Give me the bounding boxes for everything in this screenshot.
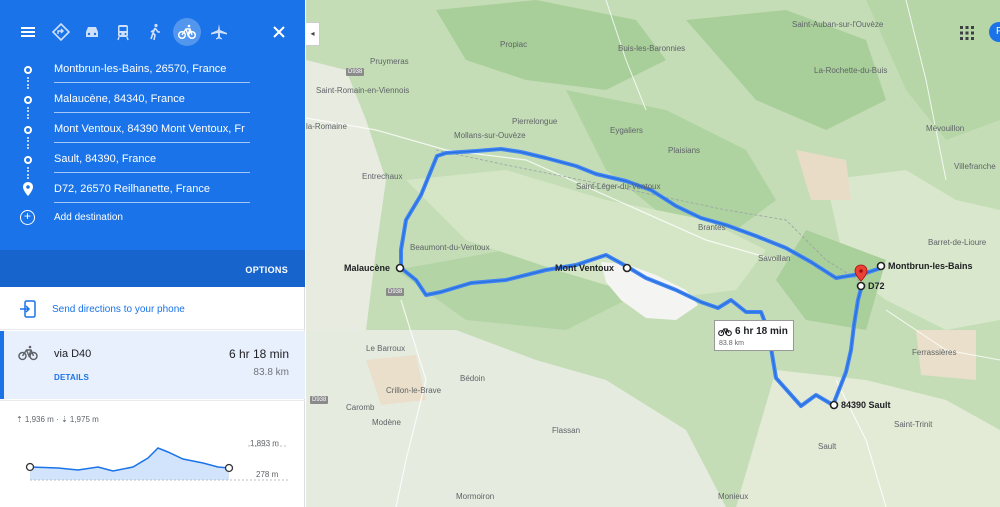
place-label: Saint-Auban-sur-l'Ouvèze xyxy=(792,20,884,29)
terrain-layer xyxy=(306,0,1000,507)
place-label: Le Barroux xyxy=(366,344,406,353)
details-button[interactable]: DETAILS xyxy=(54,373,89,382)
destination-pin-icon xyxy=(23,182,33,196)
send-to-phone-row[interactable]: Send directions to your phone xyxy=(0,290,305,330)
input-underline xyxy=(54,202,250,203)
collapse-panel-button[interactable]: ◂ xyxy=(306,22,320,46)
input-underline xyxy=(54,82,250,83)
stop-2-input[interactable]: Malaucène, 84340, France xyxy=(54,93,250,105)
road-shield: D938 xyxy=(386,288,405,296)
place-label: Propiac xyxy=(500,40,528,49)
origin-dot-icon xyxy=(24,66,32,74)
stop-4-input[interactable]: Sault, 84390, France xyxy=(54,153,250,165)
place-label: Flassan xyxy=(552,426,581,435)
place-label: Barret-de-Lioure xyxy=(928,238,987,247)
directions-header: Montbrun-les-Bains, 26570, France Malauc… xyxy=(0,0,305,287)
place-label: Entrechaux xyxy=(362,172,403,181)
road-shield: D938 xyxy=(310,396,329,404)
stop-1-input[interactable]: Montbrun-les-Bains, 26570, France xyxy=(54,63,250,75)
place-label: Beaumont-du-Ventoux xyxy=(410,243,490,252)
callout-distance: 83.8 km xyxy=(719,340,744,347)
add-destination-button[interactable]: + Add destination xyxy=(0,206,305,230)
input-underline xyxy=(54,112,250,113)
town-label-sault[interactable]: 84390 Sault xyxy=(841,400,891,410)
place-label: Modène xyxy=(372,418,401,427)
place-label: Sault xyxy=(818,442,837,451)
place-label: Villefranche xyxy=(954,162,996,171)
map-canvas[interactable]: ◂ Propiac Buis-les-Baronnies Saint-Auban… xyxy=(306,0,1000,507)
stop-2[interactable]: Malaucène, 84340, France xyxy=(0,86,305,116)
elevation-profile: ⇡ 1,936 m · ⇣ 1,975 m 1,893 m 278 m xyxy=(0,400,305,500)
place-label: Mévouillon xyxy=(926,124,965,133)
place-label: La-Rochette-du-Buis xyxy=(814,66,888,75)
directions-panel: Montbrun-les-Bains, 26570, France Malauc… xyxy=(0,0,305,507)
car-icon[interactable] xyxy=(78,18,106,46)
directions-icon[interactable] xyxy=(47,18,75,46)
waypoint-dot-icon xyxy=(24,96,32,104)
elevation-stats: ⇡ 1,936 m · ⇣ 1,975 m xyxy=(16,415,99,424)
waypoint-dot-icon xyxy=(24,126,32,134)
travel-modes xyxy=(0,18,305,50)
place-label: Saint-Léger-du-Ventoux xyxy=(576,182,661,191)
elevation-chart xyxy=(25,445,288,481)
flight-icon[interactable] xyxy=(205,18,233,46)
place-label: Buis-les-Baronnies xyxy=(618,44,686,53)
place-label: Savoillan xyxy=(758,254,791,263)
send-to-phone-label: Send directions to your phone xyxy=(52,304,185,315)
callout-time: 6 hr 18 min xyxy=(735,326,788,337)
place-label: Mollans-sur-Ouvèze xyxy=(454,131,526,140)
maps-app: Montbrun-les-Bains, 26570, France Malauc… xyxy=(0,0,1000,507)
place-label: Mormoiron xyxy=(456,492,495,501)
options-button[interactable]: OPTIONS xyxy=(245,265,288,275)
route-option[interactable]: via D40 6 hr 18 min 83.8 km DETAILS xyxy=(0,331,305,399)
stop-5[interactable]: D72, 26570 Reilhanette, France xyxy=(0,176,305,206)
send-to-phone-icon xyxy=(20,300,36,318)
place-label: Monieux xyxy=(718,492,749,501)
place-label: Crillon-le-Brave xyxy=(386,386,442,395)
route-via: via D40 xyxy=(54,348,92,360)
place-label: Pruymeras xyxy=(370,57,409,66)
route-time-callout[interactable]: 6 hr 18 min 83.8 km xyxy=(714,320,794,351)
input-underline xyxy=(54,172,250,173)
town-label-mont-ventoux[interactable]: Mont Ventoux xyxy=(555,263,614,273)
stop-1[interactable]: Montbrun-les-Bains, 26570, France xyxy=(0,56,305,86)
menu-icon[interactable] xyxy=(14,18,42,46)
road-shield: D938 xyxy=(346,68,365,76)
bicycle-icon[interactable] xyxy=(173,18,201,46)
place-label: Plaisians xyxy=(668,146,701,155)
add-destination-label: Add destination xyxy=(54,212,123,223)
route-distance: 83.8 km xyxy=(253,367,289,378)
input-underline xyxy=(54,142,250,143)
route-time: 6 hr 18 min xyxy=(228,347,289,361)
place-label: Caromb xyxy=(346,403,375,412)
town-label-montbrun[interactable]: Montbrun-les-Bains xyxy=(888,261,973,271)
stop-4[interactable]: Sault, 84390, France xyxy=(0,146,305,176)
place-label: Brantes xyxy=(698,223,726,232)
place-label: Bédoin xyxy=(460,374,485,383)
stop-5-input[interactable]: D72, 26570 Reilhanette, France xyxy=(54,183,250,195)
close-icon[interactable] xyxy=(265,18,293,46)
apps-grid-icon[interactable] xyxy=(960,26,974,40)
walk-icon[interactable] xyxy=(141,18,169,46)
stop-3-input[interactable]: Mont Ventoux, 84390 Mont Ventoux, Fr xyxy=(54,123,250,135)
place-label: Saint-Trinit xyxy=(894,420,933,429)
place-label: Eygaliers xyxy=(610,126,643,135)
bicycle-icon xyxy=(718,328,732,337)
stop-3[interactable]: Mont Ventoux, 84390 Mont Ventoux, Fr xyxy=(0,116,305,146)
place-label: la-Romaine xyxy=(306,122,347,131)
place-label: Ferrassières xyxy=(912,348,957,357)
transit-icon[interactable] xyxy=(109,18,137,46)
bicycle-icon xyxy=(18,345,38,361)
place-label: Saint-Romain-en-Viennois xyxy=(316,86,410,95)
add-icon: + xyxy=(20,210,35,225)
town-label-malaucene[interactable]: Malaucène xyxy=(344,263,390,273)
place-label: Pierrelongue xyxy=(512,117,558,126)
waypoint-dot-icon xyxy=(24,156,32,164)
town-label-d72[interactable]: D72 xyxy=(868,281,885,291)
